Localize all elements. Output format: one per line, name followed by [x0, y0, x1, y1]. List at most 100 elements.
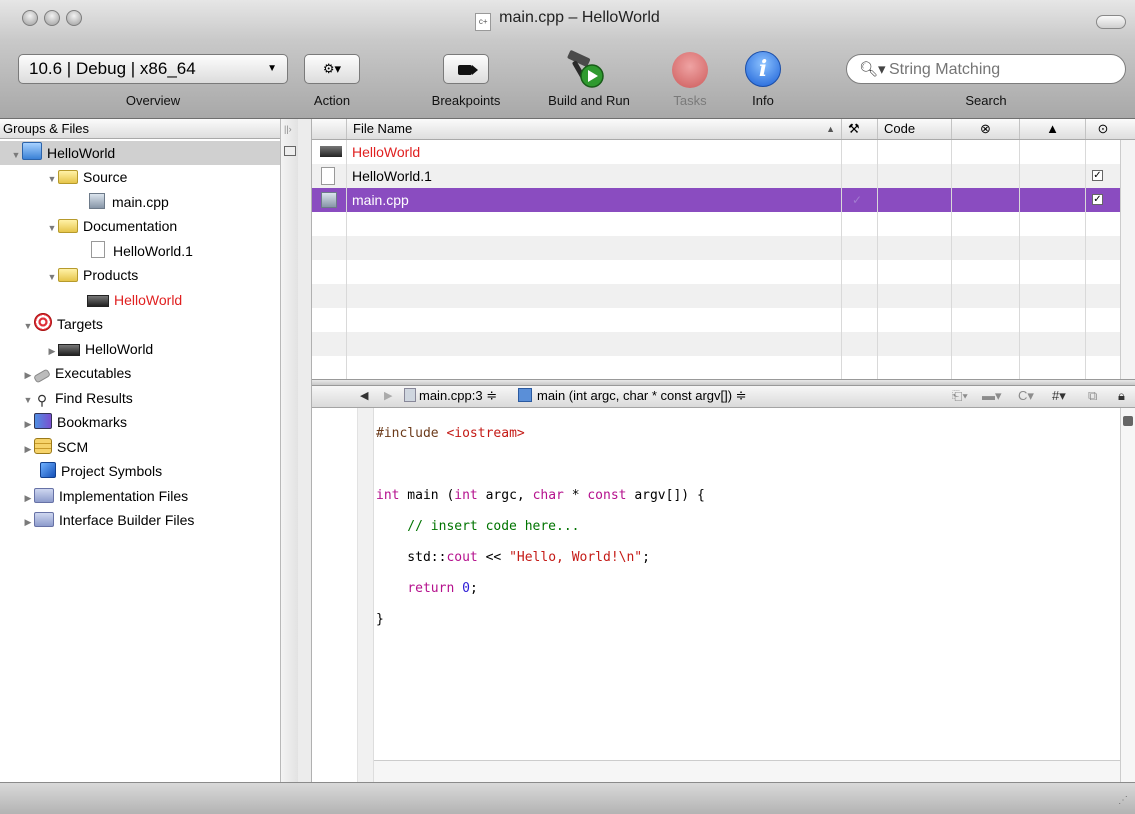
disclosure-open-icon[interactable]: ▼	[10, 143, 22, 167]
action-gear-button[interactable]: ⚙▾	[304, 54, 360, 84]
forward-arrow-icon[interactable]: ▶	[384, 389, 392, 402]
errors-column-header[interactable]: ⊗	[951, 119, 1019, 139]
disclosure-open-icon[interactable]: ▼	[22, 388, 34, 412]
info-icon[interactable]: i	[745, 51, 781, 87]
breakpoints-button[interactable]	[443, 54, 489, 84]
breakpoints-popup-icon[interactable]: ▬▾	[982, 388, 1002, 404]
sidebar-item-executables[interactable]: ▶ Executables	[0, 361, 280, 385]
sidebar-item-helloworld-project[interactable]: ▼ HelloWorld	[0, 141, 280, 165]
cpp-file-icon	[89, 193, 105, 209]
sidebar-item-project-symbols[interactable]: Project Symbols	[0, 459, 280, 483]
overview-config-popup[interactable]: 10.6 | Debug | x86_64 ▼	[18, 54, 288, 84]
sort-ascending-icon: ▲	[826, 124, 835, 134]
symbols-cube-icon	[40, 462, 56, 478]
tasks-stop-icon[interactable]	[672, 52, 708, 88]
sidebar-item-implementation-files[interactable]: ▶ Implementation Files	[0, 484, 280, 508]
sidebar-header: Groups & Files	[0, 119, 280, 139]
folder-icon	[58, 268, 78, 282]
disclosure-closed-icon[interactable]: ▶	[46, 339, 58, 363]
executables-icon	[33, 368, 51, 384]
breakpoints-label: Breakpoints	[431, 93, 501, 108]
file-history-popup[interactable]: main.cpp:3 ≑	[404, 388, 497, 404]
disclosure-closed-icon[interactable]: ▶	[22, 486, 34, 510]
magnifier-icon: ⚲	[36, 392, 48, 408]
sidebar-item-find-results[interactable]: ▼ ⚲ Find Results	[0, 386, 280, 410]
file-row-main-cpp[interactable]: main.cpp ✓ ✓	[312, 188, 1120, 212]
search-input[interactable]	[887, 59, 1111, 81]
window-title: c+ main.cpp – HelloWorld	[0, 9, 1135, 31]
gear-icon: ⚙▾	[322, 61, 342, 76]
popup-arrow-icon: ▼	[267, 63, 277, 74]
disclosure-open-icon[interactable]: ▼	[46, 216, 58, 240]
groups-and-files-sidebar: Groups & Files ||› ▼ HelloWorld ▼ Source m…	[0, 119, 299, 782]
target-membership-checkbox[interactable]: ✓	[1092, 170, 1103, 181]
editor-horizontal-scrollbar[interactable]	[374, 760, 1120, 782]
sidebar-item-source[interactable]: ▼ Source	[0, 165, 280, 189]
editor-gutter[interactable]	[312, 408, 358, 782]
code-line: int main (int argc, char * const argv[])…	[376, 487, 705, 503]
back-arrow-icon[interactable]: ◀	[360, 389, 368, 402]
disclosure-open-icon[interactable]: ▼	[22, 314, 34, 338]
build-and-run-hammer-icon[interactable]	[558, 48, 614, 92]
sidebar-item-documentation[interactable]: ▼ Documentation	[0, 214, 280, 238]
disclosure-open-icon[interactable]: ▼	[46, 265, 58, 289]
sidebar-item-helloworld-product[interactable]: HelloWorld	[0, 288, 280, 312]
detail-toggle-icon[interactable]	[284, 146, 296, 156]
sidebar-splitter[interactable]	[298, 119, 312, 782]
editor-splitter[interactable]	[312, 379, 1135, 386]
file-name-column-header[interactable]: File Name ▲	[346, 119, 841, 139]
sidebar-item-products[interactable]: ▼ Products	[0, 263, 280, 287]
warning-icon: ▲	[1046, 121, 1059, 136]
code-editor[interactable]: #include <iostream> int main (int argc, …	[376, 410, 1118, 760]
file-row-helloworld-1[interactable]: HelloWorld.1 ✓	[312, 164, 1120, 188]
lock-icon[interactable]: 🔒︎	[1118, 388, 1125, 404]
code-column-header[interactable]: Code	[877, 119, 951, 139]
resize-grip-icon[interactable]: ⋰	[1118, 795, 1128, 806]
bookmarks-icon	[34, 413, 52, 429]
search-icon[interactable]: 🔍︎▾	[859, 60, 886, 78]
sidebar-item-scm[interactable]: ▶ SCM	[0, 435, 280, 459]
file-list-scrollbar[interactable]	[1120, 140, 1135, 379]
counterpart-icon[interactable]: ⧉	[1088, 388, 1097, 404]
icon-column-header[interactable]	[312, 119, 346, 139]
tasks-label: Tasks	[673, 93, 707, 108]
class-hierarchy-icon[interactable]: C▾	[1018, 388, 1034, 404]
sidebar-item-helloworld-1[interactable]: HelloWorld.1	[0, 239, 280, 263]
editor-vertical-scrollbar[interactable]	[1120, 408, 1135, 782]
included-files-icon[interactable]: #▾	[1052, 388, 1066, 404]
disclosure-open-icon[interactable]: ▼	[46, 167, 58, 191]
sidebar-item-interface-builder-files[interactable]: ▶ Interface Builder Files	[0, 508, 280, 532]
split-grip-icon[interactable]: ||›	[284, 124, 292, 134]
file-row-helloworld[interactable]: HelloWorld	[312, 140, 1120, 164]
config-value: 10.6 | Debug | x86_64	[29, 59, 196, 78]
toolbar-toggle-button[interactable]	[1096, 15, 1126, 29]
status-bar: ⋰	[0, 782, 1135, 814]
disclosure-closed-icon[interactable]: ▶	[22, 437, 34, 461]
breakpoint-arrow-icon	[458, 65, 472, 75]
target-icon	[34, 313, 52, 331]
sidebar-item-targets[interactable]: ▼ Targets	[0, 312, 280, 336]
disclosure-closed-icon[interactable]: ▶	[22, 412, 34, 436]
cpp-document-icon: c+	[475, 13, 492, 31]
application-icon	[320, 146, 342, 157]
target-membership-checkbox[interactable]: ✓	[1092, 194, 1103, 205]
cpp-file-icon	[321, 192, 337, 208]
function-popup[interactable]: main (int argc, char * const argv[]) ≑	[518, 388, 747, 404]
code-line: // insert code here...	[376, 518, 580, 534]
build-and-run-label: Build and Run	[548, 93, 630, 108]
bookmarks-popup-icon[interactable]: ⎗▾	[952, 388, 968, 404]
sidebar-item-bookmarks[interactable]: ▶ Bookmarks	[0, 410, 280, 434]
warnings-column-header[interactable]: ▲	[1019, 119, 1085, 139]
sidebar-item-helloworld-target[interactable]: ▶ HelloWorld	[0, 337, 280, 361]
code-folding-ribbon[interactable]	[358, 408, 374, 782]
build-column-header[interactable]: ⚒	[841, 119, 877, 139]
disclosure-closed-icon[interactable]: ▶	[22, 510, 34, 534]
split-editor-icon[interactable]	[1123, 416, 1133, 426]
sidebar-split-strip[interactable]: ||›	[280, 119, 298, 782]
overview-label: Overview	[125, 93, 181, 108]
search-label: Search	[965, 93, 1007, 108]
sidebar-item-main-cpp[interactable]: main.cpp	[0, 190, 280, 214]
disclosure-closed-icon[interactable]: ▶	[22, 363, 34, 387]
target-membership-column-header[interactable]: ⊙	[1085, 119, 1120, 139]
search-field[interactable]: 🔍︎▾	[846, 54, 1126, 84]
